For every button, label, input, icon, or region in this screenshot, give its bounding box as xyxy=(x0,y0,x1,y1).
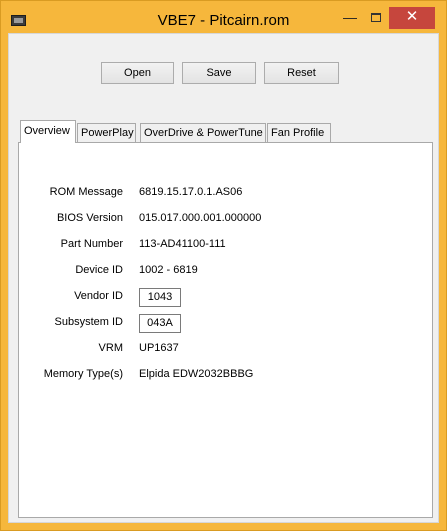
save-button[interactable]: Save xyxy=(182,62,256,84)
rom-message-label: ROM Message xyxy=(49,186,123,198)
bios-version-label: BIOS Version xyxy=(56,212,123,224)
bios-version-value: 015.017.000.001.000000 xyxy=(139,212,262,224)
memory-type-label: Memory Type(s) xyxy=(43,368,123,380)
memory-type-value: Elpida EDW2032BBBG xyxy=(139,368,254,380)
tab-fan-profile[interactable]: Fan Profile xyxy=(267,123,331,143)
device-id-label: Device ID xyxy=(75,264,123,276)
vrm-label: VRM xyxy=(98,342,123,354)
part-number-value: 113-AD41100-111 xyxy=(139,238,226,250)
tab-overview[interactable]: Overview xyxy=(20,120,76,143)
client-area: Open Save Reset Overview PowerPlay OverD… xyxy=(8,33,439,523)
tab-powerplay[interactable]: PowerPlay xyxy=(77,123,136,143)
device-id-value: 1002 - 6819 xyxy=(139,264,198,276)
rom-message-value: 6819.15.17.0.1.AS06 xyxy=(139,186,243,198)
subsystem-id-label: Subsystem ID xyxy=(54,316,123,328)
maximize-icon xyxy=(371,13,381,22)
maximize-button[interactable] xyxy=(363,7,389,29)
open-button[interactable]: Open xyxy=(101,62,174,84)
reset-button[interactable]: Reset xyxy=(264,62,339,84)
close-button[interactable]: ✕ xyxy=(389,7,435,29)
subsystem-id-field[interactable]: 043A xyxy=(139,314,181,333)
vendor-id-field[interactable]: 1043 xyxy=(139,288,181,307)
vrm-value: UP1637 xyxy=(139,342,179,354)
vendor-id-label: Vendor ID xyxy=(74,290,123,302)
part-number-label: Part Number xyxy=(60,238,123,250)
minimize-button[interactable]: — xyxy=(337,7,363,29)
title-bar[interactable]: VBE7 - Pitcairn.rom — ✕ xyxy=(0,0,447,32)
tab-overdrive-powertune[interactable]: OverDrive & PowerTune xyxy=(140,123,266,143)
overview-panel: ROM Message 6819.15.17.0.1.AS06 BIOS Ver… xyxy=(18,142,433,518)
